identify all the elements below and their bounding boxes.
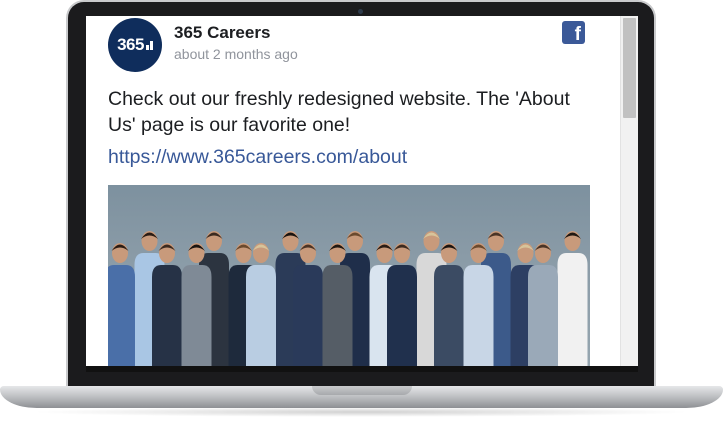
person-figure bbox=[387, 243, 417, 366]
post-link[interactable]: https://www.365careers.com/about bbox=[108, 146, 407, 169]
screen: 365 365 Careers about 2 months ago f Che… bbox=[86, 16, 638, 366]
person-figure bbox=[108, 243, 135, 366]
person-body bbox=[293, 265, 323, 366]
person-body bbox=[108, 265, 135, 366]
post-text: Check out our freshly redesigned website… bbox=[108, 88, 570, 136]
person-body bbox=[152, 265, 182, 366]
facebook-icon[interactable]: f bbox=[562, 21, 585, 44]
avatar-bars-icon bbox=[145, 40, 153, 50]
page-avatar[interactable]: 365 bbox=[108, 18, 162, 72]
person-body bbox=[387, 265, 417, 366]
person-body bbox=[246, 265, 276, 366]
facebook-post: 365 365 Careers about 2 months ago f Che… bbox=[86, 16, 620, 366]
person-figure bbox=[557, 231, 588, 366]
page-name[interactable]: 365 Careers bbox=[174, 23, 270, 43]
person-body bbox=[181, 265, 212, 366]
scroll-thumb[interactable] bbox=[623, 18, 636, 118]
person-body bbox=[528, 265, 558, 366]
scrollbar[interactable] bbox=[620, 16, 638, 366]
person-body bbox=[322, 265, 353, 366]
screen-bezel-bottom bbox=[86, 366, 638, 372]
person-figure bbox=[528, 243, 558, 366]
person-body bbox=[463, 265, 494, 366]
laptop-shadow bbox=[30, 407, 693, 417]
team-photo-illustration bbox=[108, 231, 588, 366]
team-group-photo[interactable] bbox=[108, 185, 590, 366]
post-timestamp[interactable]: about 2 months ago bbox=[174, 46, 298, 62]
camera-dot bbox=[358, 9, 363, 14]
person-figure bbox=[246, 243, 276, 366]
person-body bbox=[557, 253, 588, 366]
laptop-opening-notch bbox=[312, 386, 412, 395]
avatar-text: 365 bbox=[117, 35, 144, 54]
person-body bbox=[434, 265, 464, 366]
